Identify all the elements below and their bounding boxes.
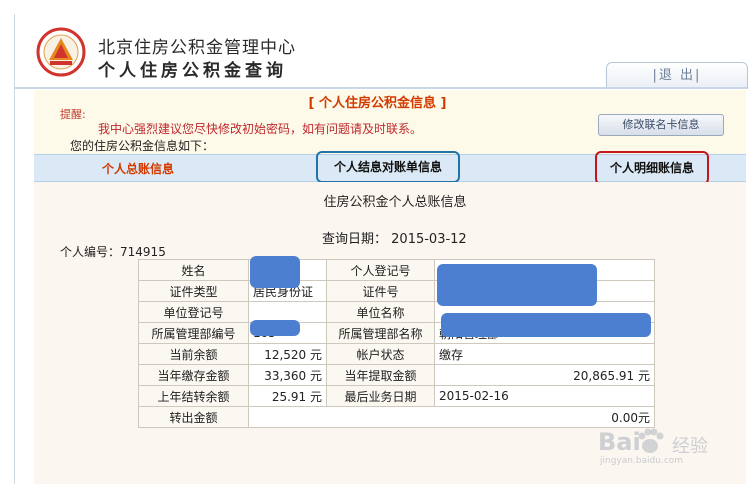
header-divider <box>14 87 747 89</box>
year-deposit-value: 33,360 元 <box>248 364 327 386</box>
prev-year-balance-label: 上年结转余额 <box>138 385 249 407</box>
watermark-url: jingyan.baidu.com <box>600 456 684 466</box>
id-number-label: 证件号 <box>326 280 435 302</box>
transfer-out-label: 转出金额 <box>138 406 249 428</box>
last-business-date-label: 最后业务日期 <box>326 385 435 407</box>
year-deposit-label: 当年缴存金额 <box>138 364 249 386</box>
last-business-date-value: 2015-02-16 <box>434 385 655 407</box>
watermark-suffix: 经验 <box>672 436 708 457</box>
query-date-value: 2015-03-12 <box>391 232 467 247</box>
section-title: [ 个人住房公积金信息 ] <box>308 96 447 111</box>
query-date: 查询日期： 2015-03-12 <box>322 228 467 247</box>
balance-intro: 您的住房公积金信息如下： <box>70 139 215 153</box>
personal-number-value: 714915 <box>120 245 166 259</box>
prev-year-balance-value: 25.91 元 <box>248 385 327 407</box>
table-row: 当年缴存金额 33,360 元 当年提取金额 20,865.91 元 <box>138 364 655 386</box>
query-date-label: 查询日期： <box>322 232 388 247</box>
account-status-value: 缴存 <box>434 343 655 365</box>
redaction-mask-reg-no <box>437 264 597 306</box>
org-title: 北京住房公积金管理中心 <box>98 38 296 58</box>
report-title: 住房公积金个人总账信息 <box>323 195 467 210</box>
system-title: 个人住房公积金查询 <box>98 61 287 81</box>
mgmt-dept-name-label: 所属管理部名称 <box>326 322 435 344</box>
personal-reg-no-label: 个人登记号 <box>326 259 435 281</box>
id-type-label: 证件类型 <box>138 280 249 302</box>
edit-card-info-button[interactable]: 修改联名卡信息 <box>598 114 724 136</box>
redaction-mask-name <box>250 256 300 288</box>
tab-account-details[interactable]: 个人明细账信息 <box>595 151 709 185</box>
table-row: 转出金额 0.00元 <box>138 406 655 428</box>
password-notice: 我中心强烈建议您尽快修改初始密码，如有问题请及时联系。 <box>98 122 423 136</box>
year-withdrawal-value: 20,865.91 元 <box>434 364 655 386</box>
year-withdrawal-label: 当年提取金额 <box>326 364 435 386</box>
logout-button[interactable]: |退 出| <box>606 62 748 89</box>
employer-reg-no-label: 单位登记号 <box>138 301 249 323</box>
personal-number-label: 个人编号： <box>60 245 121 259</box>
employer-name-label: 单位名称 <box>326 301 435 323</box>
tab-interest-statement[interactable]: 个人结息对账单信息 <box>316 151 460 183</box>
current-balance-value: 12,520 元 <box>248 343 327 365</box>
redaction-mask-employer-name <box>441 313 651 337</box>
redaction-mask-employer-no <box>250 320 300 336</box>
name-label: 姓名 <box>138 259 249 281</box>
table-row: 上年结转余额 25.91 元 最后业务日期 2015-02-16 <box>138 385 655 407</box>
page-left-border <box>14 14 15 484</box>
current-balance-label: 当前余额 <box>138 343 249 365</box>
account-status-label: 帐户状态 <box>326 343 435 365</box>
tab-account-summary[interactable]: 个人总账信息 <box>102 160 174 177</box>
mgmt-dept-no-label: 所属管理部编号 <box>138 322 249 344</box>
housing-fund-logo <box>36 27 86 77</box>
table-row: 当前余额 12,520 元 帐户状态 缴存 <box>138 343 655 365</box>
personal-number: 个人编号：714915 <box>60 243 166 260</box>
prompt-label: 提醒: <box>60 108 86 121</box>
